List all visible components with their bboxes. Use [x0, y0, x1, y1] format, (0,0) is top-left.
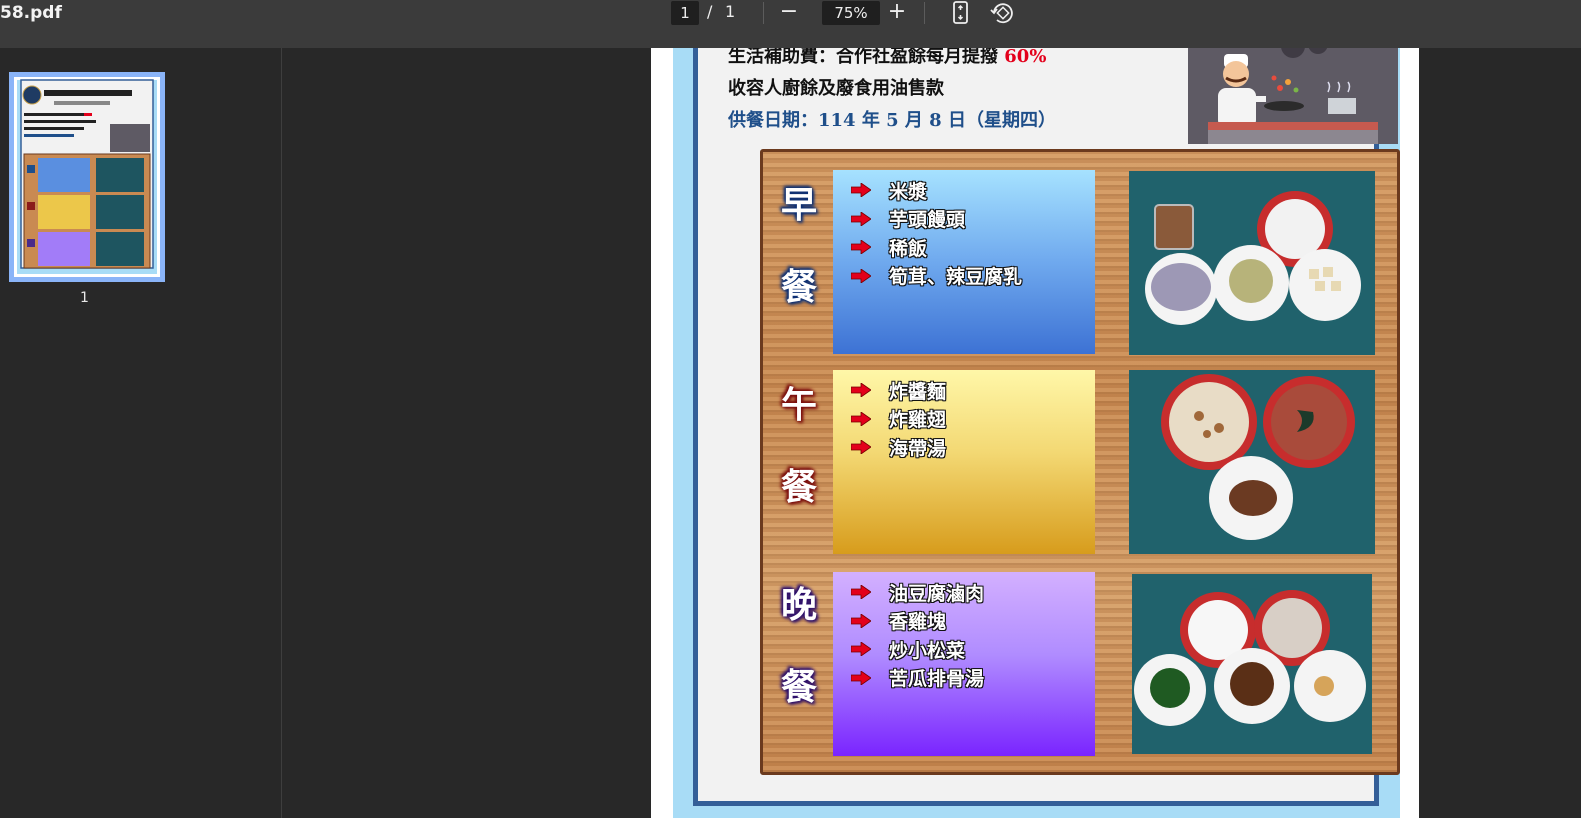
- red-arrow-icon: [851, 211, 871, 226]
- menu-item-text: 芋頭饅頭: [889, 209, 966, 232]
- breakfast-photo: [1129, 171, 1375, 355]
- breakfast-menu-panel: 米漿 芋頭饅頭 稀飯 筍茸、辣豆腐乳: [833, 170, 1095, 354]
- red-arrow-icon: [851, 183, 871, 198]
- menu-item-text: 稀飯: [889, 237, 928, 260]
- lunch-label: 午 餐: [776, 376, 822, 510]
- menu-sheet: 生活補助費：合作社盈餘每月提撥 60% 收容人廚餘及廢食用油售款 供餐日期：11…: [693, 48, 1400, 806]
- red-arrow-icon: [851, 642, 871, 657]
- red-arrow-icon: [851, 440, 871, 455]
- red-arrow-icon: [851, 383, 871, 398]
- list-item: 筍茸、辣豆腐乳: [851, 262, 1095, 291]
- list-item: 芋頭饅頭: [851, 205, 1095, 234]
- menu-item-text: 海帶湯: [889, 437, 947, 460]
- toolbar-divider: [924, 2, 925, 24]
- red-arrow-icon: [851, 613, 871, 628]
- dinner-photo: [1132, 574, 1372, 754]
- red-arrow-icon: [851, 670, 871, 685]
- menu-item-text: 炸雞翅: [889, 409, 947, 432]
- subsidy-line: 生活補助費：合作社盈餘每月提撥 60%: [728, 48, 1046, 68]
- page-number-input[interactable]: 1: [671, 1, 699, 25]
- zoom-out-button[interactable]: −: [774, 0, 804, 26]
- breakfast-label: 早 餐: [776, 176, 822, 310]
- subsidy-percent: 60%: [1004, 48, 1047, 67]
- lunch-menu-panel: 炸醬麵 炸雞翅 海帶湯: [833, 370, 1095, 554]
- kitchen-waste-line: 收容人廚餘及廢食用油售款: [728, 78, 944, 99]
- lunch-food-image: [1129, 370, 1375, 554]
- menu-item-text: 香雞塊: [889, 611, 947, 634]
- list-item: 米漿: [851, 176, 1095, 205]
- page-thumbnail[interactable]: [9, 72, 165, 282]
- dinner-label-char-2: 餐: [780, 667, 817, 708]
- list-item: 苦瓜排骨湯: [851, 664, 1095, 693]
- lunch-photo: [1129, 370, 1375, 554]
- breakfast-food-image: [1129, 171, 1375, 355]
- breakfast-label-char-2: 餐: [780, 267, 817, 308]
- thumbnail-sidebar: 1: [0, 48, 282, 818]
- serving-date: 供餐日期：114 年 5 月 8 日（星期四）: [728, 110, 1056, 131]
- lunch-label-char-1: 午: [780, 385, 817, 426]
- red-arrow-icon: [851, 240, 871, 255]
- list-item: 香雞塊: [851, 607, 1095, 636]
- thumbnail-preview: [14, 77, 160, 277]
- chef-illustration: [1188, 48, 1398, 144]
- red-arrow-icon: [851, 585, 871, 600]
- pdf-page: 生活補助費：合作社盈餘每月提撥 60% 收容人廚餘及廢食用油售款 供餐日期：11…: [651, 48, 1419, 818]
- zoom-level-input[interactable]: 75%: [822, 1, 880, 25]
- list-item: 炸雞翅: [851, 405, 1095, 434]
- zoom-in-button[interactable]: +: [882, 0, 912, 26]
- red-arrow-icon: [851, 411, 871, 426]
- thumbnail-page-number: 1: [80, 290, 89, 306]
- pdf-toolbar: 58.pdf 1 / 1 − 75% +: [0, 0, 1581, 48]
- menu-item-text: 炒小松菜: [889, 639, 966, 662]
- lunch-label-char-2: 餐: [780, 467, 817, 508]
- chef-cooking-image: [1188, 48, 1398, 144]
- subsidy-text: 生活補助費：合作社盈餘每月提撥: [728, 48, 998, 67]
- page-total: 1: [725, 2, 736, 21]
- dinner-food-image: [1132, 574, 1372, 754]
- list-item: 炸醬麵: [851, 376, 1095, 405]
- thumbnail-miniature-image: [17, 79, 157, 274]
- dinner-menu-panel: 油豆腐滷肉 香雞塊 炒小松菜 苦瓜排骨湯: [833, 572, 1095, 756]
- list-item: 海帶湯: [851, 433, 1095, 462]
- fit-page-icon: [953, 1, 968, 24]
- page-separator: /: [707, 2, 713, 21]
- document-viewport[interactable]: 生活補助費：合作社盈餘每月提撥 60% 收容人廚餘及廢食用油售款 供餐日期：11…: [283, 48, 1581, 818]
- red-arrow-icon: [851, 268, 871, 283]
- list-item: 稀飯: [851, 233, 1095, 262]
- menu-item-text: 米漿: [889, 180, 928, 203]
- rotate-icon: [990, 3, 1013, 24]
- toolbar-divider: [763, 2, 764, 24]
- menu-item-text: 炸醬麵: [889, 380, 947, 403]
- list-item: 油豆腐滷肉: [851, 578, 1095, 607]
- list-item: 炒小松菜: [851, 635, 1095, 664]
- menu-item-text: 苦瓜排骨湯: [889, 668, 985, 691]
- menu-item-text: 筍茸、辣豆腐乳: [889, 266, 1023, 289]
- menu-board: 早 餐 米漿 芋頭饅頭 稀飯 筍茸、辣豆腐乳 午 餐 炸醬麵 炸雞翅 海帶湯 晚…: [760, 149, 1400, 775]
- document-filename: 58.pdf: [0, 3, 62, 23]
- fit-to-page-button[interactable]: [947, 0, 975, 28]
- dinner-label: 晚 餐: [776, 576, 822, 710]
- dinner-label-char-1: 晚: [780, 585, 817, 626]
- menu-item-text: 油豆腐滷肉: [889, 582, 985, 605]
- rotate-button[interactable]: [988, 0, 1016, 28]
- breakfast-label-char-1: 早: [780, 185, 817, 226]
